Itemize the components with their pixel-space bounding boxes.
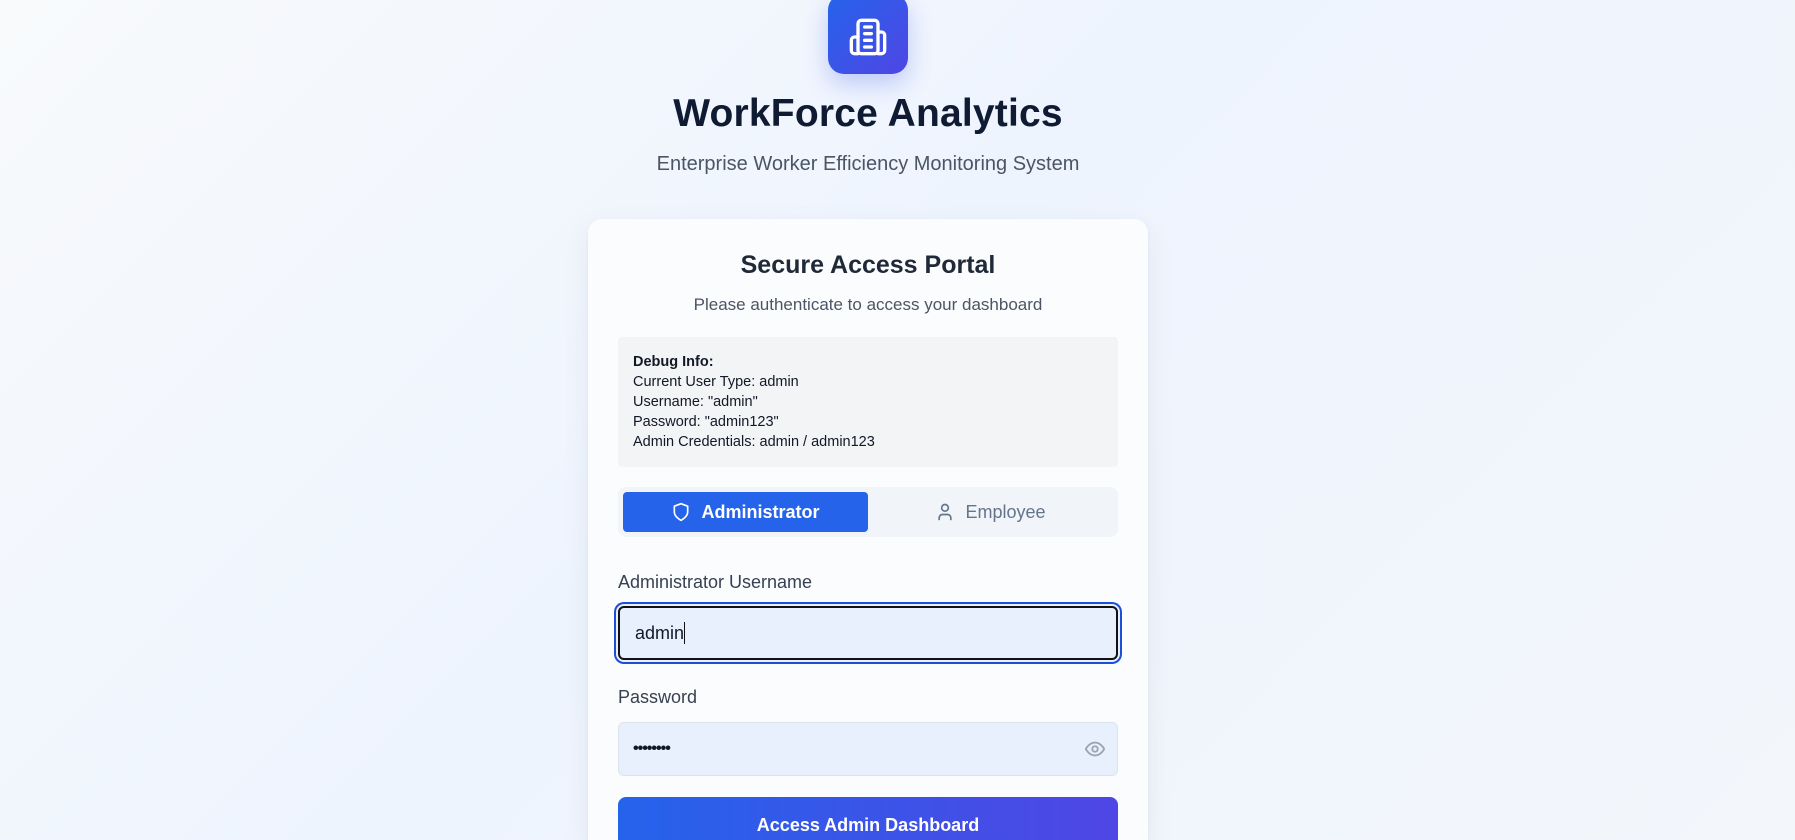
login-page: WorkForce Analytics Enterprise Worker Ef… [0,0,1795,840]
username-input[interactable] [618,606,1118,660]
tab-employee-label: Employee [965,501,1046,522]
building-icon [849,18,887,56]
password-input[interactable] [618,722,1118,776]
card-title: Secure Access Portal [740,251,996,279]
debug-line: Username: "admin" [633,394,758,410]
password-field-wrapper: •••••••• [618,722,1118,776]
debug-line: Current User Type: admin [633,374,799,390]
password-masked-value: •••••••• [633,740,671,757]
tab-administrator-label: Administrator [701,501,820,522]
app-title: WorkForce Analytics [673,92,1063,135]
access-admin-dashboard-button[interactable]: Access Admin Dashboard [618,797,1118,840]
login-card: Secure Access Portal Please authenticate… [588,219,1148,840]
username-label: Administrator Username [618,572,813,592]
debug-heading: Debug Info: [633,354,714,370]
user-icon [938,503,953,521]
debug-line: Password: "admin123" [633,414,779,430]
role-toggle: Administrator Employee [618,487,1118,537]
tab-administrator[interactable]: Administrator [623,492,868,532]
debug-panel: Debug Info: Current User Type: admin Use… [618,337,1118,467]
debug-line: Admin Credentials: admin / admin123 [633,434,875,450]
eye-icon [1084,741,1106,757]
app-logo [828,0,908,74]
app-subtitle: Enterprise Worker Efficiency Monitoring … [656,153,1080,175]
shield-icon [673,502,689,522]
tab-employee[interactable]: Employee [868,492,1113,532]
username-field-wrapper [618,606,1118,660]
password-label: Password [618,687,698,707]
text-caret [684,622,685,644]
card-subtitle: Please authenticate to access your dashb… [693,295,1043,314]
toggle-password-visibility-button[interactable] [1084,738,1106,760]
